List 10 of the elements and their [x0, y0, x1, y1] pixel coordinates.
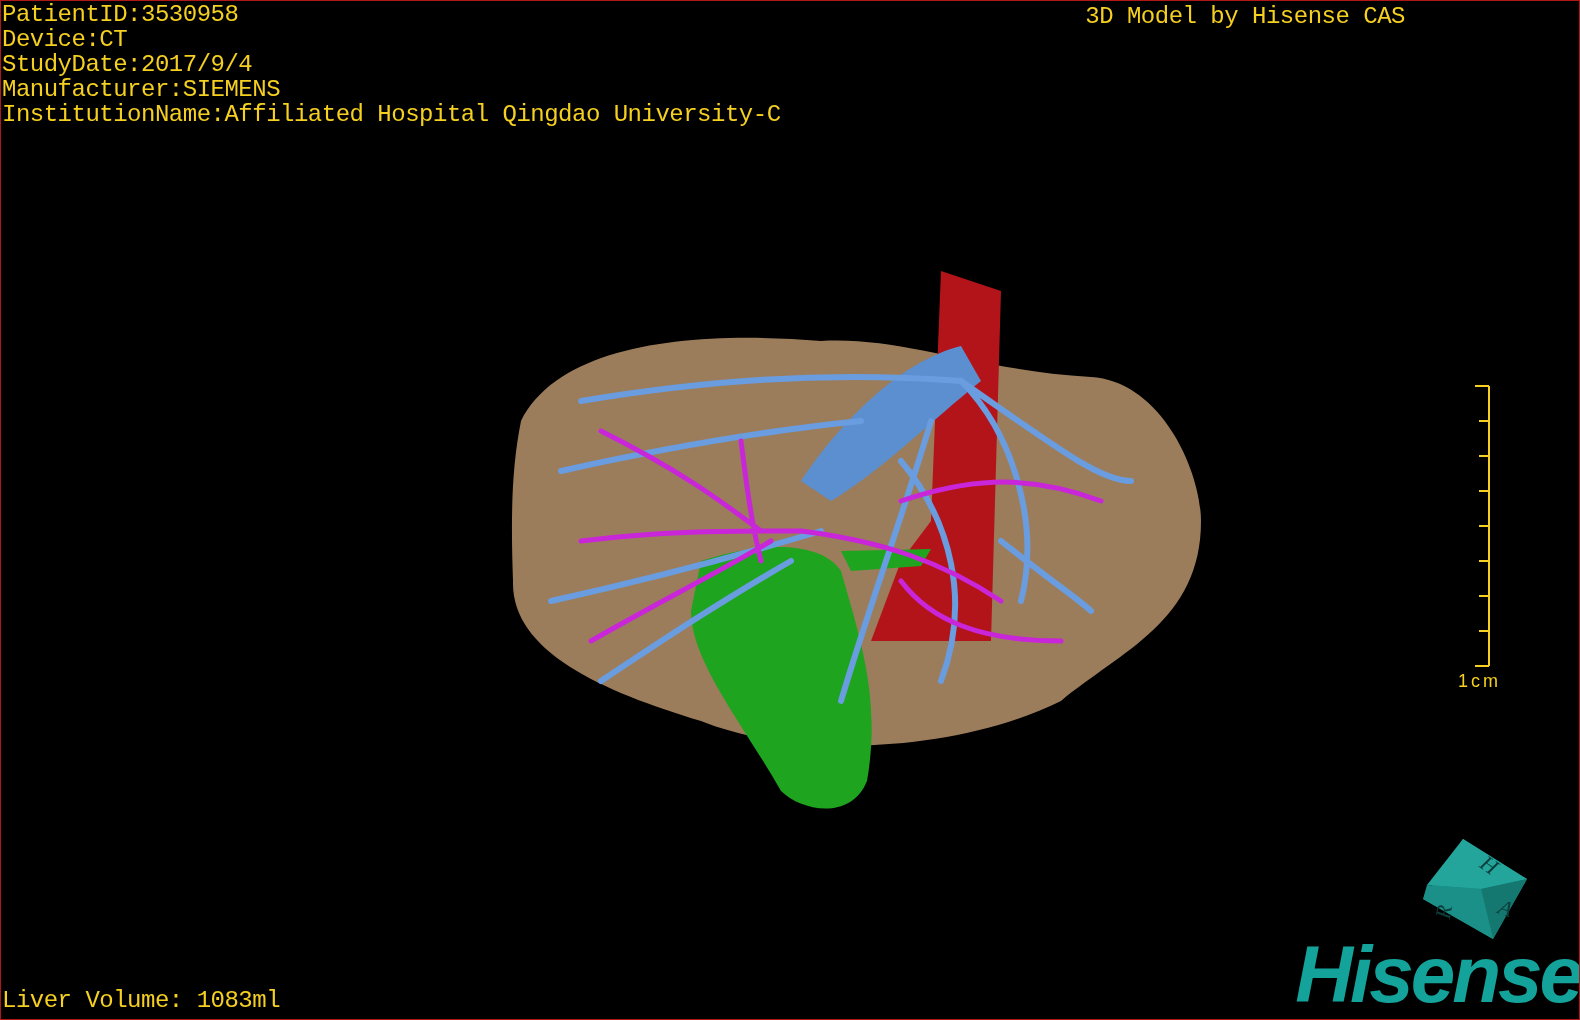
- liver-volume-text: Liver Volume: 1083ml: [2, 988, 281, 1013]
- info-text: Manufacturer:SIEMENS: [2, 77, 282, 102]
- scale-label: 1cm: [1458, 671, 1501, 691]
- info-text: PatientID:3530958: [2, 2, 240, 27]
- info-text: InstitutionName:Affiliated Hospital Qingdao University-C: [2, 102, 781, 127]
- orientation-cube[interactable]: H R A: [1423, 839, 1527, 939]
- app-title: 3D Model by Hisense CAS: [1085, 4, 1405, 29]
- info-text: StudyDate:2017/9/4: [2, 52, 254, 77]
- brand-logo: Hisense: [1295, 937, 1579, 1013]
- info-text: Device:CT: [2, 27, 129, 52]
